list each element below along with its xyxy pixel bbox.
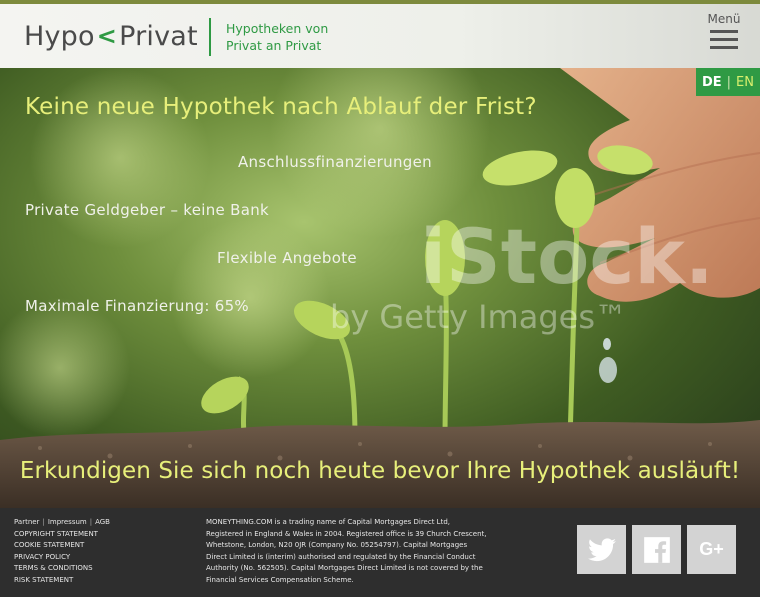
tagline: Hypotheken von Privat an Privat xyxy=(226,20,328,54)
footer-link-agb[interactable]: AGB xyxy=(95,518,110,526)
tagline-line-1: Hypotheken von xyxy=(226,21,329,36)
footer-links: Partner | Impressum | AGB COPYRIGHT STATEMEN… xyxy=(14,518,110,584)
legal-line: MONEYTHING.COM is a trading name of Capi… xyxy=(206,518,450,526)
hamburger-icon xyxy=(706,30,742,49)
feature-item: Private Geldgeber – keine Bank xyxy=(25,201,270,219)
footer-link-impressum[interactable]: Impressum xyxy=(48,518,87,526)
footer-link-terms[interactable]: TERMS & CONDITIONS xyxy=(14,564,93,572)
lang-de[interactable]: DE xyxy=(702,75,722,90)
hero-cta: Erkundigen Sie sich noch heute bevor Ihr… xyxy=(19,458,741,484)
footer-link-cookie[interactable]: COOKIE STATEMENT xyxy=(14,541,84,549)
feature-item: Anschlussfinanzierungen xyxy=(238,153,432,171)
logo-chevron: < xyxy=(96,22,118,50)
facebook-button[interactable] xyxy=(632,525,681,574)
footer-link-copyright[interactable]: COPYRIGHT STATEMENT xyxy=(14,530,98,538)
language-switcher: DE | EN xyxy=(696,68,760,96)
logo-text-hypo: Hypo xyxy=(24,20,95,52)
site-logo[interactable]: Hypo < Privat xyxy=(24,18,198,54)
hero-banner: iStock. by Getty Images™ DE | EN Keine n… xyxy=(0,68,760,508)
legal-line: Registered in England & Wales in 2004. R… xyxy=(206,529,487,538)
legal-notice: MONEYTHING.COM is a trading name of Capi… xyxy=(206,517,496,587)
twitter-icon xyxy=(587,537,616,561)
legal-line: Whetstone, London, N20 0JR (Company No. … xyxy=(206,541,468,550)
hero-title: Keine neue Hypothek nach Ablauf der Fris… xyxy=(25,94,537,120)
footer-link-privacy[interactable]: PRIVACY POLICY xyxy=(14,553,70,561)
legal-line: Financial Services Compensation Scheme. xyxy=(206,575,354,584)
svg-text:iStock.: iStock. xyxy=(420,212,714,301)
menu-button[interactable]: Menü xyxy=(706,12,742,54)
legal-line: Authority (No. 562505). Capital Mortgage… xyxy=(206,564,483,573)
legal-line: Direct Limited is (interim) authorised a… xyxy=(206,552,476,561)
lang-en[interactable]: EN xyxy=(736,75,754,90)
svg-text:by Getty Images™: by Getty Images™ xyxy=(330,298,627,336)
logo-text-privat: Privat xyxy=(119,20,198,52)
hero-background-image: iStock. by Getty Images™ xyxy=(0,68,760,508)
site-footer: Partner | Impressum | AGB COPYRIGHT STATEMEN… xyxy=(0,508,760,597)
logo-divider xyxy=(209,18,211,56)
site-header: Hypo < Privat Hypotheken von Privat an P… xyxy=(0,0,760,68)
feature-item: Maximale Finanzierung: 65% xyxy=(25,297,249,315)
tagline-line-2: Privat an Privat xyxy=(226,38,322,53)
twitter-button[interactable] xyxy=(577,525,626,574)
feature-item: Flexible Angebote xyxy=(217,249,357,267)
footer-link-partner[interactable]: Partner xyxy=(14,518,39,526)
google-plus-button[interactable]: G+ xyxy=(687,525,736,574)
menu-label: Menü xyxy=(707,12,741,26)
facebook-icon xyxy=(643,536,670,563)
google-plus-icon: G+ xyxy=(699,539,724,559)
footer-link-risk[interactable]: RISK STATEMENT xyxy=(14,576,73,584)
lang-separator: | xyxy=(726,74,732,90)
